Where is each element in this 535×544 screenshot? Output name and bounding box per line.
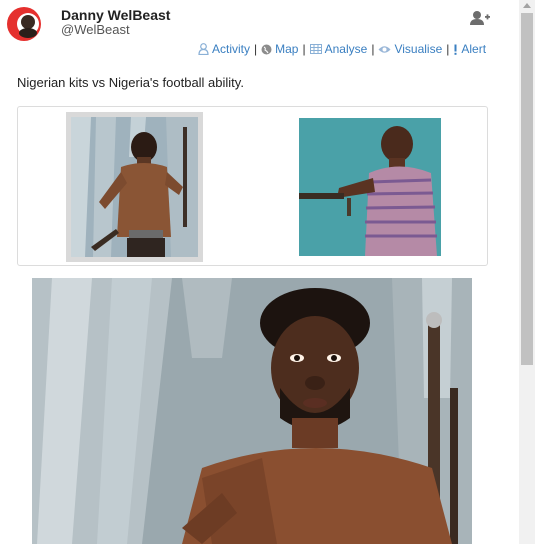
- alert-link[interactable]: Alert: [453, 42, 486, 56]
- thumbnail-crying-kid[interactable]: [299, 118, 441, 256]
- grid-icon: [309, 44, 322, 54]
- avatar-logo-icon: [7, 7, 41, 41]
- action-bar: Activity | Map | Analyse | Visualise | A…: [198, 42, 486, 56]
- separator: |: [302, 42, 306, 56]
- separator: |: [446, 42, 450, 56]
- globe-icon: [261, 44, 272, 54]
- scrollbar[interactable]: [519, 0, 535, 544]
- scroll-up-arrow-icon[interactable]: [523, 3, 531, 8]
- activity-link[interactable]: Activity: [198, 42, 250, 56]
- visualise-link[interactable]: Visualise: [378, 42, 442, 56]
- exclamation-icon: [454, 44, 457, 55]
- user-handle[interactable]: @WelBeast: [61, 22, 130, 37]
- separator: |: [371, 42, 375, 56]
- person-icon: [198, 43, 209, 55]
- thumbnail-warrior[interactable]: [66, 112, 203, 262]
- main-image[interactable]: [32, 278, 472, 544]
- user-name[interactable]: Danny WelBeast: [61, 7, 170, 23]
- scrollbar-thumb[interactable]: [521, 13, 533, 365]
- separator: |: [254, 42, 258, 56]
- map-link[interactable]: Map: [261, 42, 298, 56]
- tweet-text: Nigerian kits vs Nigeria's football abil…: [17, 75, 244, 90]
- avatar[interactable]: [6, 6, 42, 42]
- eye-icon: [378, 45, 391, 53]
- add-user-icon[interactable]: [470, 10, 490, 26]
- analyse-link[interactable]: Analyse: [309, 42, 367, 56]
